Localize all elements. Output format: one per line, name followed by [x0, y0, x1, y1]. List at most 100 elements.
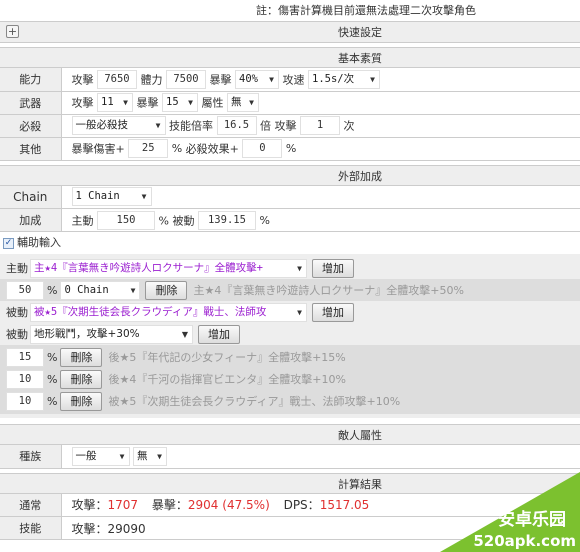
external-bonus-header: 外部加成: [0, 164, 580, 186]
passive-skill-row: 被動 被★5『次期生徒会長クラウディア』戰士、法師攻 ▼ 增加: [0, 301, 580, 323]
chain-row: Chain 1 Chain ▼: [0, 185, 580, 209]
passive-skill-label: 被動: [6, 306, 28, 319]
hp-label: 體力: [140, 73, 163, 87]
chevron-down-icon: ▼: [188, 98, 193, 107]
chevron-down-icon: ▼: [249, 98, 254, 107]
active-skill-label: 主動: [6, 262, 28, 275]
skill-label: 必殺: [0, 114, 62, 138]
normal-crit-value: 2904 (47.5%): [187, 498, 270, 513]
enemy-attr-select[interactable]: 無 ▼: [133, 446, 167, 466]
chevron-down-icon: ▼: [157, 451, 162, 461]
passive-skill-value: 被★5『次期生徒会長クラウディア』戰士、法師攻: [34, 305, 267, 318]
enemy-attr-title: 敵人屬性: [338, 429, 382, 442]
active-bonus-input[interactable]: 150: [97, 210, 155, 230]
normal-atk-label: 攻擊：: [71, 498, 108, 513]
dps-value: 1517.05: [319, 498, 370, 513]
weapon-crit-select[interactable]: 15 ▼: [162, 93, 198, 112]
add-passive-button[interactable]: 增加: [312, 302, 354, 322]
active-bonus-label: 主動: [71, 214, 94, 227]
active-item-description: 主★4『言葉無き吟遊詩人ロクサーナ』全體攻擊+50%: [193, 284, 464, 297]
enemy-attr-table: 種族 一般 ▼ 無 ▼: [0, 445, 580, 469]
watermark-text-url: 520apk.com: [473, 532, 576, 550]
skill-effect-input[interactable]: 0: [242, 139, 283, 158]
remove-passive-item-button[interactable]: 刪除: [60, 369, 103, 389]
terrain-label: 被動: [6, 328, 28, 341]
chevron-down-icon: ▼: [269, 74, 274, 84]
watermark-text-cn: 安卓乐园: [498, 510, 566, 530]
weapon-attr-label: 屬性: [201, 96, 224, 110]
ability-label: 能力: [0, 68, 62, 92]
weapon-crit-value: 15: [166, 96, 179, 108]
active-item-value-input[interactable]: 50: [6, 280, 44, 300]
weapon-atk-select[interactable]: 11 ▼: [97, 93, 133, 112]
skill-mult-input[interactable]: 16.5: [216, 116, 257, 135]
ability-row: 能力 攻擊 7650 體力 7500 暴擊 40% ▼ 攻速 1.5s/次 ▼: [0, 68, 580, 92]
percent-sign: %: [47, 350, 58, 364]
passive-item-row: 10 % 刪除 後★4『千河の指揮官ビエンタ』全體攻擊+10%: [0, 368, 580, 390]
skill-type-value: 一般必殺技: [75, 119, 129, 131]
aux-input-panel: 主動 主★4『言葉無き吟遊詩人ロクサーナ』全體攻擊+ ▼ 增加 50 % 0 Ch…: [0, 254, 580, 418]
other-label: 其他: [0, 137, 62, 161]
passive-item-value-input[interactable]: 10: [6, 391, 44, 411]
normal-label: 通常: [0, 493, 62, 517]
add-terrain-button[interactable]: 增加: [198, 324, 240, 344]
plus-icon[interactable]: +: [6, 25, 19, 38]
atk-label: 攻擊: [71, 73, 94, 87]
skill-atk-label: 攻擊：: [71, 521, 108, 536]
result-title: 計算結果: [338, 477, 382, 491]
skill-type-select[interactable]: 一般必殺技 ▼: [71, 116, 166, 135]
percent-sign: %: [171, 142, 183, 155]
passive-item-description: 後★5『年代記の少女フィーナ』全體攻擊+15%: [108, 351, 346, 364]
dps-label: DPS：: [283, 498, 320, 513]
spd-label: 攻速: [282, 73, 305, 87]
chevron-down-icon: ▼: [123, 98, 128, 107]
quick-settings-title: 快速設定: [338, 26, 382, 39]
aux-input-toggle[interactable]: ✓ 輔助輸入: [0, 232, 580, 254]
crit-select[interactable]: 40% ▼: [235, 69, 279, 89]
enemy-attr-value: 無: [137, 449, 148, 462]
crit-value: 40%: [239, 72, 258, 85]
remove-passive-item-button[interactable]: 刪除: [60, 391, 103, 411]
active-skill-select[interactable]: 主★4『言葉無き吟遊詩人ロクサーナ』全體攻擊+ ▼: [30, 258, 307, 278]
remove-active-item-button[interactable]: 刪除: [145, 280, 188, 300]
passive-item-row: 15 % 刪除 後★5『年代記の少女フィーナ』全體攻擊+15%: [0, 346, 580, 368]
external-bonus-title: 外部加成: [338, 169, 382, 183]
weapon-attr-select[interactable]: 無 ▼: [227, 93, 259, 112]
chevron-down-icon: ▼: [297, 263, 302, 273]
race-select[interactable]: 一般 ▼: [71, 446, 130, 466]
crit-label: 暴擊: [209, 73, 232, 87]
passive-items-list: 15 % 刪除 後★5『年代記の少女フィーナ』全體攻擊+15% 10 % 刪除 …: [0, 345, 580, 414]
active-item-row: 50 % 0 Chain ▼ 刪除 主★4『言葉無き吟遊詩人ロクサーナ』全體攻擊+…: [0, 279, 580, 301]
skill-atk-value: 29090: [107, 521, 146, 536]
skill-hits-unit: 次: [343, 119, 355, 133]
external-bonus-table: Chain 1 Chain ▼ 加成 主動 150 % 被動 139.15 %: [0, 185, 580, 232]
chevron-down-icon: ▼: [141, 192, 147, 202]
passive-item-value-input[interactable]: 15: [6, 347, 44, 367]
add-active-button[interactable]: 增加: [312, 258, 354, 278]
passive-item-value-input[interactable]: 10: [6, 369, 44, 389]
terrain-select[interactable]: 地形戰鬥，攻擊+30% ▼: [30, 324, 193, 344]
crit-damage-input[interactable]: 25: [128, 139, 169, 158]
normal-atk-value: 1707: [107, 498, 139, 513]
passive-item-description: 後★4『千河の指揮官ビエンタ』全體攻擊+10%: [108, 373, 346, 386]
skill-result-label: 技能: [0, 516, 62, 540]
race-value: 一般: [75, 449, 97, 462]
bonus-row: 加成 主動 150 % 被動 139.15 %: [0, 208, 580, 232]
hp-input[interactable]: 7500: [166, 69, 206, 89]
active-item-chain-value: 0 Chain: [64, 283, 109, 296]
passive-item-row: 10 % 刪除 被★5『次期生徒会長クラウディア』戰士、法師攻擊+10%: [0, 390, 580, 412]
skill-row: 必殺 一般必殺技 ▼ 技能倍率 16.5 倍 攻擊 1 次: [0, 114, 580, 138]
remove-passive-item-button[interactable]: 刪除: [60, 347, 103, 367]
atk-input[interactable]: 7650: [97, 69, 137, 89]
passive-skill-select[interactable]: 被★5『次期生徒会長クラウディア』戰士、法師攻 ▼: [30, 302, 307, 322]
chain-select[interactable]: 1 Chain ▼: [71, 187, 152, 207]
weapon-crit-label: 暴擊: [136, 96, 159, 110]
attack-speed-select[interactable]: 1.5s/次 ▼: [308, 69, 380, 89]
quick-settings-header[interactable]: + 快速設定: [0, 22, 580, 43]
weapon-label: 武器: [0, 91, 62, 115]
active-item-chain-select[interactable]: 0 Chain ▼: [60, 280, 141, 300]
passive-bonus-input[interactable]: 139.15: [197, 210, 256, 230]
skill-hits-input[interactable]: 1: [300, 116, 340, 135]
basic-stats-header: 基本素質: [0, 47, 580, 68]
checkbox-checked-icon[interactable]: ✓: [3, 237, 14, 249]
